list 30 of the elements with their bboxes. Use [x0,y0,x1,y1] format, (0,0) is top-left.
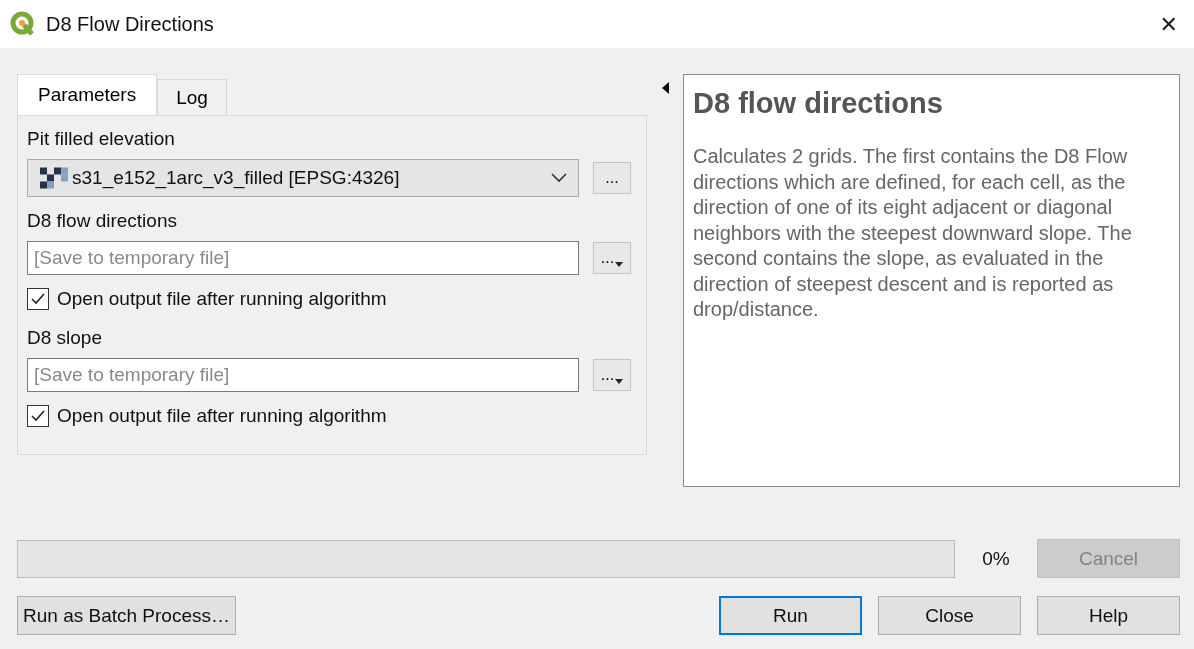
checkbox-label: Open output file after running algorithm [57,405,387,427]
window-title: D8 Flow Directions [46,12,214,36]
help-title: D8 flow directions [693,87,944,120]
parameter-label: D8 slope [27,327,103,349]
checkbox-label: Open output file after running algorithm [57,288,387,310]
chevron-down-icon [550,172,568,184]
browse-button[interactable]: ... [593,162,631,194]
output-file-field[interactable]: [Save to temporary file] [27,241,579,275]
close-button[interactable]: ✕ [1153,11,1184,37]
checkbox[interactable] [27,405,49,427]
parameter-label: Pit filled elevation [27,128,176,150]
help-text: Calculates 2 grids. The first contains the D8 Flow directions which are defined, for each cell, as the direction of one of its eight adjacent or diagonal neighbors with the steepest downward slope. The second contains the slope, as evaluated in the direction of steepest descent and is reported as drop/distance. [693,144,1133,322]
progress-percent: 0% [981,547,1011,570]
app-logo-icon [10,11,36,37]
parameter-label: D8 flow directions [27,210,178,232]
output-options-button[interactable]: ... [593,359,631,391]
checkbox[interactable] [27,288,49,310]
tab[interactable]: Log [157,79,227,115]
caret-icon [615,262,624,267]
layer-dropdown[interactable]: s31_e152_1arc_v3_filled [EPSG:4326] [27,159,579,197]
dialog-button[interactable]: Run as Batch Process… [17,596,236,635]
dialog-button[interactable]: Run [719,596,862,635]
output-file-field[interactable]: [Save to temporary file] [27,358,579,392]
tab[interactable]: Parameters [17,74,158,115]
output-options-button[interactable]: ... [593,242,631,274]
dialog-button[interactable]: Help [1037,596,1180,635]
dialog-button[interactable]: Close [878,596,1021,635]
raster-layer-icon [40,167,68,189]
collapse-arrow-icon[interactable] [662,82,670,94]
caret-icon [615,379,624,384]
